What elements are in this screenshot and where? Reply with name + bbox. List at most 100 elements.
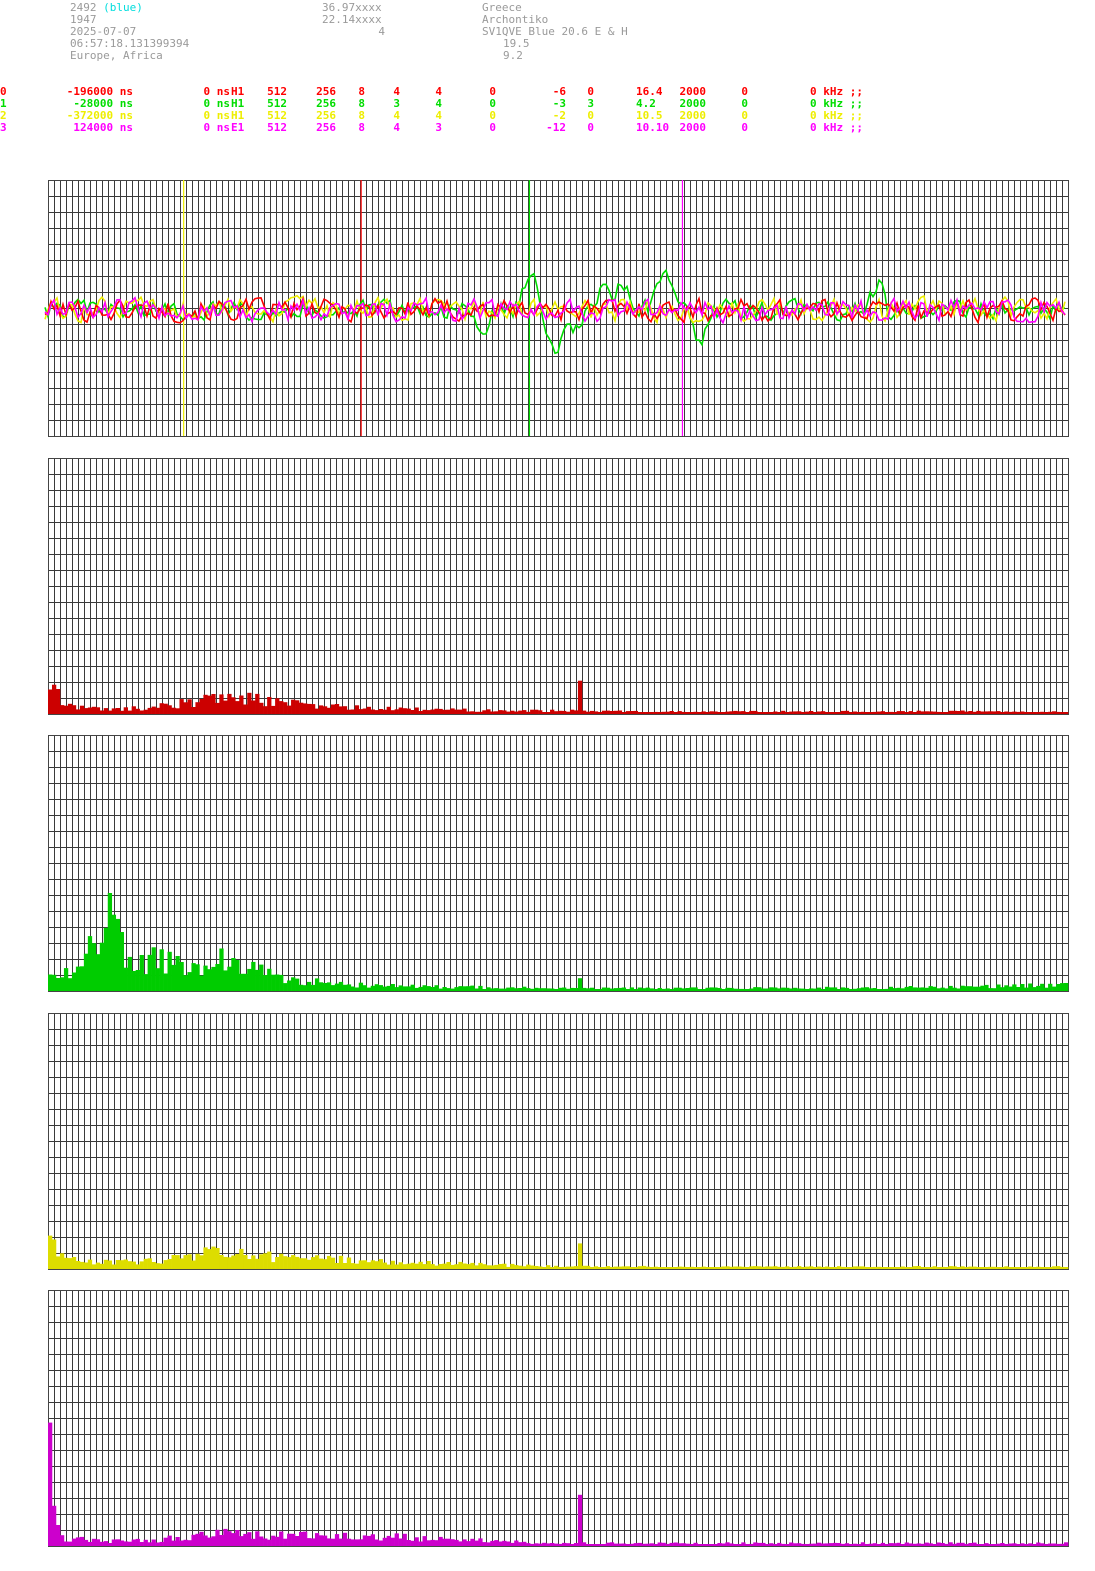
- spectrum-bar: [107, 893, 113, 991]
- spectrum-bar: [155, 968, 160, 991]
- spectrum-bar: [119, 1260, 124, 1269]
- spectrum-bar: [119, 710, 124, 714]
- spectrum-bar: [1060, 1543, 1065, 1546]
- waveform-chart: [44, 180, 1069, 437]
- spectrum-chart-3: [48, 1290, 1069, 1547]
- spectrum-bar: [542, 1542, 547, 1546]
- spectrum-bar: [749, 710, 754, 714]
- spectrum-bar: [155, 1263, 160, 1269]
- spectrum-bar: [342, 706, 348, 714]
- spectrum-bar: [474, 1540, 479, 1546]
- spectrum-bar: [558, 987, 563, 991]
- channel-c10: 2000: [679, 121, 707, 134]
- spectrum-bar: [777, 988, 782, 991]
- spectrum-bar: [346, 984, 352, 991]
- spectrum-bar: [87, 1541, 93, 1546]
- spectrum-bar: [263, 706, 268, 714]
- spectrum-bar: [904, 1542, 909, 1546]
- spectrum-bar: [402, 1264, 407, 1269]
- spectrum-bar: [725, 987, 730, 991]
- spectrum-bar: [263, 975, 268, 991]
- spectrum-bar: [446, 709, 451, 714]
- spectrum-bar: [928, 1267, 933, 1269]
- spectrum-bar: [251, 961, 256, 991]
- spectrum-bar: [848, 989, 854, 991]
- spectrum-bar: [864, 1267, 870, 1269]
- spectrum-bar: [510, 1542, 515, 1546]
- spectrum-bar: [514, 1540, 519, 1546]
- spectrum-bar: [342, 984, 348, 991]
- spectrum-bar: [334, 983, 340, 991]
- spectrum-bar: [896, 987, 901, 991]
- spectrum-chart-0: [48, 458, 1069, 715]
- spectrum-bar: [219, 1535, 224, 1546]
- spectrum-bar: [864, 1544, 870, 1546]
- spectrum-bar: [410, 1540, 415, 1546]
- spectrum-bar: [725, 1542, 730, 1546]
- spectrum-bar: [980, 1544, 985, 1546]
- spectrum-bar: [972, 1542, 977, 1546]
- spectrum-bar: [71, 705, 77, 714]
- spectrum-bar: [179, 962, 184, 991]
- grid: [48, 1290, 1069, 1547]
- spectrum-bar: [944, 1267, 949, 1269]
- channel-c12: 0 kHz ;;: [810, 121, 863, 134]
- spectrum-bar: [649, 712, 654, 714]
- spectrum-bar: [721, 712, 726, 714]
- spectrum-bar: [83, 953, 89, 991]
- spectrum-bar: [59, 1253, 65, 1269]
- spectrum-bar: [617, 1266, 623, 1269]
- spectrum-bar: [1020, 984, 1025, 991]
- spectrum-bar: [410, 984, 415, 991]
- spectrum-bar: [793, 987, 798, 991]
- spectrum-bar: [721, 989, 726, 991]
- spectrum-bar: [828, 1543, 834, 1546]
- spectrum-bar: [382, 709, 387, 714]
- spectrum-bar: [773, 987, 778, 991]
- spectrum-bar: [223, 700, 228, 714]
- spectrum-bar: [705, 712, 710, 714]
- spectrum-bar: [123, 1541, 128, 1546]
- spectrum-bar: [251, 1538, 256, 1546]
- spectrum-bar: [219, 948, 224, 991]
- spectrum-bar: [840, 710, 846, 714]
- spectrum-bar: [769, 987, 774, 991]
- spectrum-bar: [637, 712, 642, 714]
- spectrum-bar: [657, 712, 662, 714]
- spectrum-bar: [91, 1264, 97, 1269]
- spectrum-bar: [147, 954, 152, 991]
- spectrum-bar: [131, 1539, 136, 1546]
- spectrum-bar: [757, 1266, 762, 1269]
- spectrum-bar: [769, 1266, 774, 1269]
- spectrum-bar: [892, 712, 897, 714]
- spectrum-bar: [378, 709, 383, 714]
- spectrum-bar: [980, 1267, 985, 1269]
- spectrum-bar: [617, 987, 623, 991]
- spectrum-bar: [131, 971, 136, 991]
- spectrum-bar: [326, 1255, 332, 1269]
- spectrum-bar: [856, 1266, 862, 1269]
- spectrum-bar: [900, 711, 905, 714]
- spectrum-bar: [952, 1543, 957, 1546]
- spectrum-bar: [530, 709, 535, 714]
- spectrum-bar: [111, 914, 117, 991]
- spectrum-bar: [681, 988, 686, 991]
- spectrum-bar: [1040, 1543, 1045, 1546]
- spectrum-bar: [374, 710, 379, 714]
- spectrum-bar: [697, 989, 702, 991]
- spectrum-bar: [848, 1544, 854, 1546]
- spectrum-bar: [577, 978, 583, 991]
- spectrum-bar: [649, 1267, 654, 1269]
- spectrum-bar: [95, 954, 101, 991]
- spectrum-bar: [59, 705, 65, 714]
- spectrum-bar: [876, 711, 882, 714]
- spectrum-bar: [797, 1266, 802, 1269]
- channel-c7: -12: [546, 121, 566, 134]
- spectrum-bar: [777, 1542, 782, 1546]
- spectrum-bar: [876, 1266, 882, 1269]
- spectrum-bar: [1064, 1267, 1069, 1269]
- spectrum-bar: [585, 1544, 591, 1546]
- spectrum-bar: [852, 988, 858, 991]
- spectrum-bar: [609, 1542, 615, 1546]
- spectrum-bar: [868, 712, 874, 714]
